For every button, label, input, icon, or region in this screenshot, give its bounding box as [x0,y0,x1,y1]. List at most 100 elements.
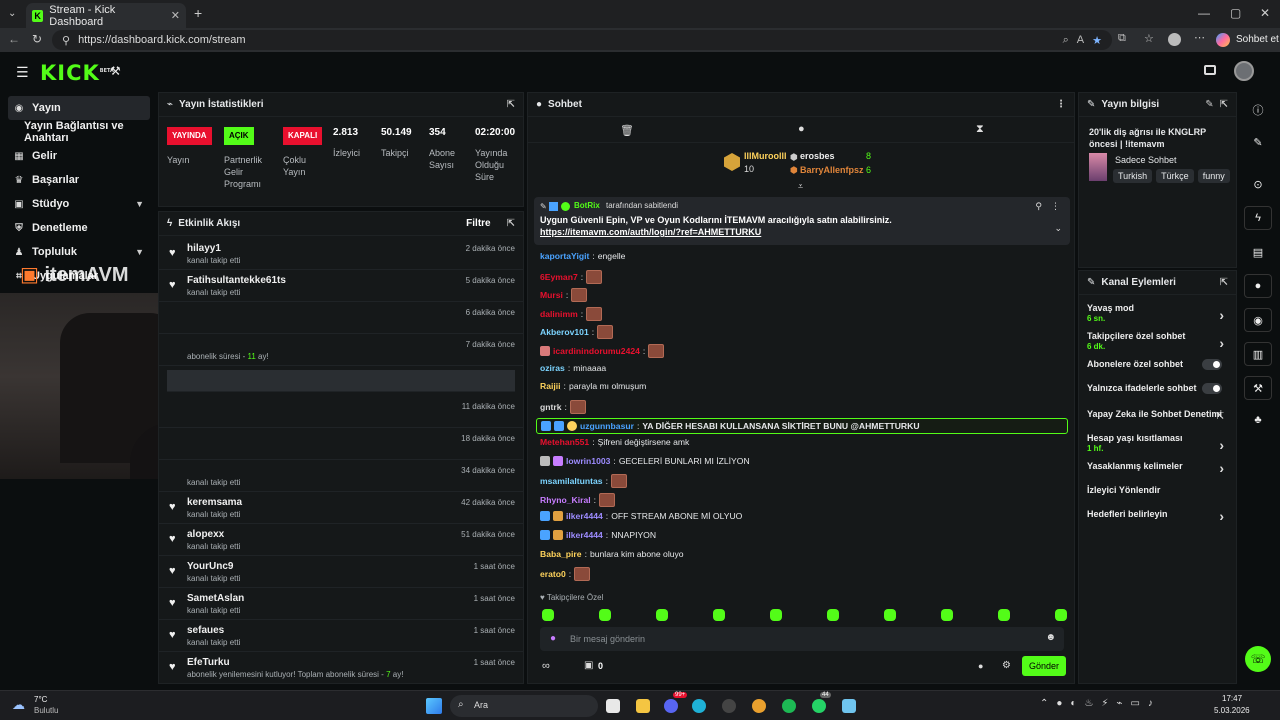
chat-rail-icon[interactable]: ● [1244,274,1272,298]
filter-button[interactable]: Filtre [466,218,490,229]
emote-icon[interactable] [542,609,554,621]
emote-icon[interactable] [656,609,668,621]
sidebar-item-achievements[interactable]: ♛ Başarılar [0,168,158,192]
menu-icon[interactable]: ☰ [16,64,29,81]
send-button[interactable]: Gönder [1022,656,1066,676]
channel-action-item[interactable]: Yapay Zeka ile Sohbet Denetimi ⇱ [1087,409,1228,421]
chat-username[interactable]: Rhyno_Kiral [540,495,591,505]
emote-image[interactable] [586,306,603,321]
emote-icon[interactable] [998,609,1010,621]
read-aloud-icon[interactable]: A [1077,34,1084,46]
activity-user[interactable]: SametAslan [187,593,244,604]
trash-icon[interactable]: 🗑 [620,124,634,137]
back-icon[interactable]: ← [8,32,20,46]
obs-icon[interactable] [722,699,736,713]
spotify-icon[interactable] [782,699,796,713]
favorites-icon[interactable]: ☆ [1144,32,1154,45]
pinned-menu-icon[interactable]: ⋮ [1051,201,1060,212]
chat-username[interactable]: lowrin1003 [566,456,610,466]
tab-menu-icon[interactable]: ⌄ [8,8,16,19]
settings-gear-icon[interactable]: ⚙ [1002,660,1011,671]
more-icon[interactable]: ⋯ [1194,31,1205,44]
emote-icon[interactable] [827,609,839,621]
channel-action-item[interactable]: Yalnızca ifadelerle sohbet [1087,383,1228,394]
edge-icon[interactable] [692,699,706,713]
gift-icon[interactable]: ▣ [584,660,593,671]
taskbar-search[interactable]: ⌕ Ara [450,695,598,717]
tag[interactable]: Türkçe [1156,169,1194,183]
channel-action-item[interactable]: Abonelere özel sohbet [1087,359,1228,370]
activity-user[interactable]: sefaues [187,625,224,636]
chat-icon[interactable]: ● [798,123,805,135]
whatsapp-icon[interactable] [812,699,826,713]
mic-icon[interactable]: ● [550,633,556,644]
channel-action-item[interactable]: Yavaş mod 6 sn. › [1087,303,1228,323]
zoom-icon[interactable]: ⌕ [1063,34,1069,47]
chat-settings-bubble-icon[interactable]: ● [978,661,983,671]
emote-image[interactable] [574,567,591,582]
support-button[interactable]: ☏ [1245,646,1271,672]
toggle-switch[interactable] [1202,383,1222,394]
chat-username[interactable]: uzgunnbasur [580,421,634,431]
emote-image[interactable] [569,399,586,414]
category-name[interactable]: Sadece Sohbet [1115,155,1177,165]
channel-action-item[interactable]: Hedefleri belirleyin › [1087,508,1228,524]
chat-scrollbar[interactable] [1074,558,1075,586]
emote-icon[interactable] [713,609,725,621]
browser-tab[interactable]: K Stream - Kick Dashboard ✕ [26,3,186,28]
tray-icons[interactable]: ⌃●◐♨⚡⌁▭♪ [1040,698,1161,709]
pinned-link[interactable]: https://itemavm.com/auth/login/?ref=AHME… [540,227,761,237]
chat-username[interactable]: ilker4444 [566,530,603,540]
channel-points-icon[interactable]: ∞ [542,660,550,672]
chat-input[interactable]: ● Bir mesaj gönderin ☻ [540,627,1064,651]
profile-avatar[interactable] [1168,33,1181,46]
emote-icon[interactable] [770,609,782,621]
expand-gifters-icon[interactable]: ⩡ [798,181,803,192]
chat-menu-icon[interactable]: ⋮ [1056,99,1066,110]
activity-user[interactable]: keremsama [187,497,242,508]
edit-icon[interactable]: ✎ [1205,99,1213,110]
minimize-icon[interactable]: — [1198,6,1210,20]
activity-user[interactable]: YourUnc9 [187,561,234,572]
chat-username[interactable]: Baba_pire [540,549,582,559]
tag[interactable]: funny [1197,169,1230,183]
layout-icon[interactable]: ▥ [1244,342,1272,366]
clock-time[interactable]: 17:47 [1222,694,1242,703]
channel-action-item[interactable]: Yasaklanmış kelimeler › [1087,460,1228,476]
emote-image[interactable] [599,492,616,507]
notes-icon[interactable]: ▤ [1244,240,1272,264]
chat-username[interactable]: Metehan551 [540,437,589,447]
task-view-icon[interactable] [606,699,620,713]
sidebar-item-stream[interactable]: ◉ Yayın [8,96,150,120]
chat-username[interactable]: msamilaltuntas [540,476,603,486]
emote-image[interactable] [610,474,627,489]
new-tab-icon[interactable]: + [194,5,202,21]
lightning-icon[interactable]: ϟ [1244,206,1272,230]
channel-action-item[interactable]: Hesap yaşı kısıtlaması 1 hf. › [1087,433,1228,453]
sidebar-item-stream-key[interactable]: Yayın Bağlantısı ve Anahtarı [0,120,158,144]
file-explorer-icon[interactable] [636,699,650,713]
sidebar-item-studio[interactable]: ▣ Stüdyo ▼ [0,192,158,216]
unpin-icon[interactable]: ⚲ [1035,201,1042,212]
tag[interactable]: Turkish [1113,169,1153,183]
kick-logo[interactable]: KICKBETA [40,61,114,85]
popout-icon[interactable]: ⇱ [1220,99,1228,110]
chat-username[interactable]: 6Eyman7 [540,272,578,282]
hourglass-icon[interactable]: ⧗ [976,123,984,136]
emote-image[interactable] [648,344,665,358]
sidebar-item-moderation[interactable]: ⛨ Denetleme [0,216,158,240]
chat-username[interactable]: oziras [540,363,565,373]
broadcast-rail-icon[interactable]: ◉ [1244,308,1272,332]
popout-icon[interactable]: ⇱ [507,218,515,229]
gifter-name[interactable]: lllMuroolll [744,151,787,161]
chat-username[interactable]: gntrk [540,402,561,412]
chat-username[interactable]: ilker4444 [566,511,603,521]
category-thumbnail[interactable] [1089,153,1107,181]
activity-user[interactable]: hilayy1 [187,243,221,254]
user-avatar[interactable] [1234,61,1254,81]
chevron-down-icon[interactable]: ⌄ [1054,223,1062,234]
copilot-label[interactable]: Sohbet et [1236,34,1279,45]
toggle-switch[interactable] [1202,359,1222,370]
discord-icon[interactable] [664,699,678,713]
emote-image[interactable] [571,288,588,303]
